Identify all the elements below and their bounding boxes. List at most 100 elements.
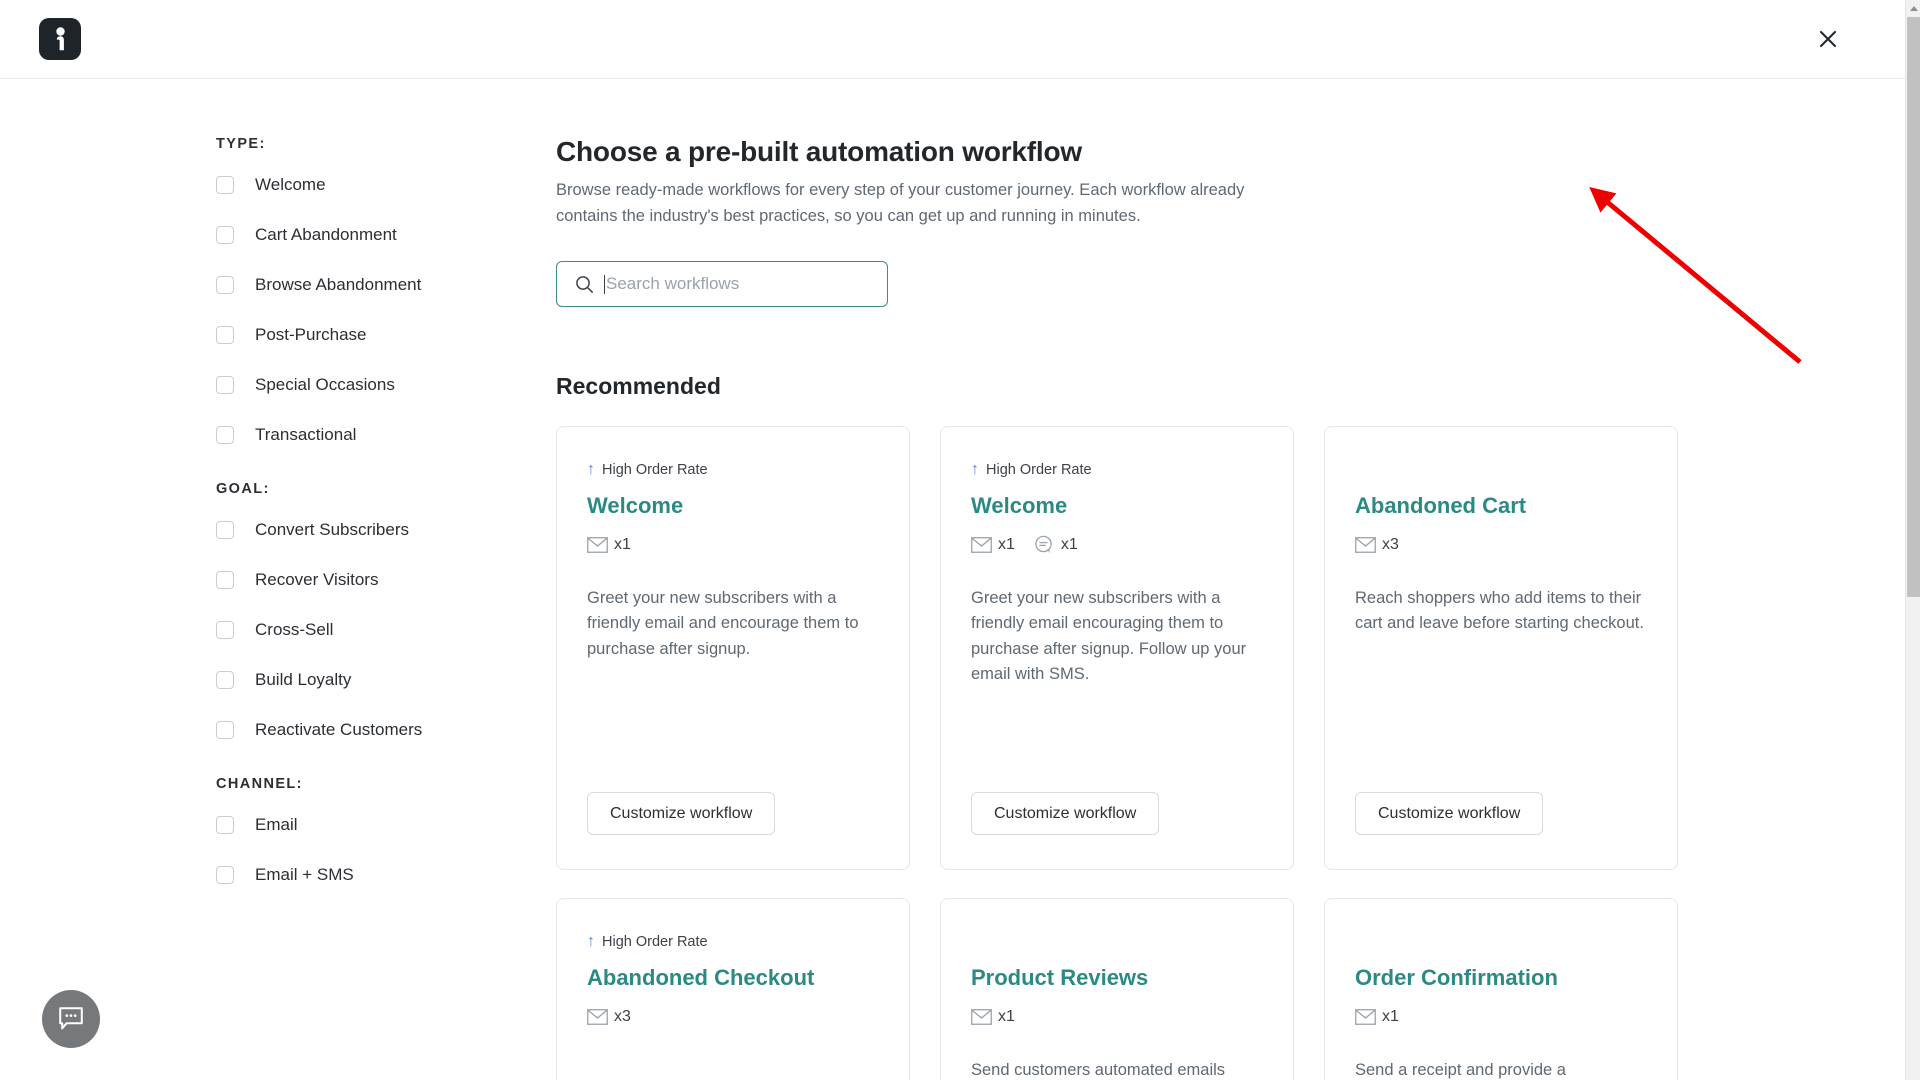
filter-item-cart-abandonment[interactable]: Cart Abandonment: [216, 222, 486, 247]
badge-label: High Order Rate: [602, 462, 708, 479]
filter-item-email-sms[interactable]: Email + SMS: [216, 862, 486, 887]
card-title: Welcome: [587, 493, 684, 519]
filter-group-goal: GOAL: Convert Subscribers Recover Visito…: [216, 481, 486, 742]
checkbox-email-sms[interactable]: [216, 865, 234, 884]
email-icon: [971, 536, 992, 553]
email-icon: [587, 536, 608, 553]
channel-email: x3: [1355, 536, 1399, 554]
up-arrow-icon: ↑: [587, 933, 595, 951]
customize-workflow-button[interactable]: Customize workflow: [971, 792, 1160, 836]
checkbox-email[interactable]: [216, 815, 234, 834]
filter-item-special-occasions[interactable]: Special Occasions: [216, 372, 486, 397]
card-description: Send customers automated emails: [971, 1060, 1226, 1079]
checkbox-special-occasions[interactable]: [216, 375, 234, 394]
checkbox-transactional[interactable]: [216, 425, 234, 444]
card-description: Greet your new subscribers with a friend…: [971, 588, 1247, 684]
checkbox-convert-subscribers[interactable]: [216, 520, 234, 539]
scrollbar-thumb[interactable]: [1907, 17, 1920, 597]
email-icon: [587, 1008, 608, 1025]
checkbox-post-purchase[interactable]: [216, 325, 234, 344]
filter-item-transactional[interactable]: Transactional: [216, 422, 486, 447]
vertical-scrollbar[interactable]: [1905, 0, 1920, 1080]
badge-placeholder: [1355, 933, 1647, 965]
filter-label: Email: [255, 814, 298, 834]
customize-workflow-button[interactable]: Customize workflow: [587, 792, 776, 836]
channel-email: x1: [1355, 1008, 1399, 1026]
channel-count: x1: [998, 1007, 1015, 1025]
channel-row: x1 x1: [971, 534, 1263, 556]
checkbox-welcome[interactable]: [216, 175, 234, 194]
search-icon: [576, 275, 593, 293]
filter-item-post-purchase[interactable]: Post-Purchase: [216, 322, 486, 347]
filter-label: Browse Abandonment: [255, 274, 422, 294]
channel-count: x1: [1382, 1007, 1399, 1025]
email-icon: [1355, 1008, 1376, 1025]
card-description: Greet your new subscribers with a friend…: [587, 588, 859, 658]
channel-email: x1: [971, 536, 1015, 554]
channel-row: x1: [971, 1006, 1263, 1028]
channel-sms: x1: [1033, 535, 1078, 555]
workflow-card[interactable]: Abandoned Cart x3 Reach shoppers who add…: [1324, 426, 1678, 871]
card-title: Welcome: [971, 493, 1068, 519]
filter-group-channel: CHANNEL: Email Email + SMS: [216, 776, 486, 887]
text-caret: [604, 274, 605, 294]
badge-label: High Order Rate: [986, 462, 1092, 479]
filter-item-recover-visitors[interactable]: Recover Visitors: [216, 567, 486, 592]
app-root: TYPE: Welcome Cart Abandonment Browse Ab…: [0, 0, 1920, 1080]
filter-label: Special Occasions: [255, 374, 395, 394]
checkbox-cross-sell[interactable]: [216, 620, 234, 639]
filter-label: Transactional: [255, 424, 357, 444]
search-container: Search workflows: [556, 261, 888, 308]
filter-item-convert-subscribers[interactable]: Convert Subscribers: [216, 517, 486, 542]
omnisend-logo[interactable]: [39, 18, 81, 60]
scroll-up-arrow-icon[interactable]: [1906, 0, 1920, 17]
workflow-card[interactable]: Order Confirmation x1 Send a receipt and…: [1324, 898, 1678, 1080]
card-title: Product Reviews: [971, 965, 1149, 991]
close-icon: [1819, 30, 1837, 48]
checkbox-browse-abandonment[interactable]: [216, 275, 234, 294]
checkbox-build-loyalty[interactable]: [216, 670, 234, 689]
channel-row: x1: [1355, 1006, 1647, 1028]
filter-item-reactivate-customers[interactable]: Reactivate Customers: [216, 717, 486, 742]
sms-icon: [1035, 535, 1052, 553]
close-button[interactable]: [1811, 22, 1845, 56]
card-description: Send a receipt and provide a: [1355, 1060, 1566, 1079]
card-title: Abandoned Checkout: [587, 965, 815, 991]
workflow-card[interactable]: ↑ High Order Rate Abandoned Checkout x3 …: [556, 898, 910, 1080]
filter-label: Welcome: [255, 174, 326, 194]
filter-item-welcome[interactable]: Welcome: [216, 172, 486, 197]
section-title-recommended: Recommended: [556, 373, 721, 400]
filter-item-browse-abandonment[interactable]: Browse Abandonment: [216, 272, 486, 297]
page-subtitle: Browse ready-made workflows for every st…: [556, 181, 1245, 225]
customize-workflow-button[interactable]: Customize workflow: [1355, 792, 1544, 836]
top-bar: [0, 0, 1905, 79]
channel-count: x3: [1382, 535, 1399, 553]
main-content: Choose a pre-built automation workflow B…: [556, 136, 1686, 1080]
channel-count: x1: [1060, 535, 1078, 553]
checkbox-recover-visitors[interactable]: [216, 570, 234, 589]
search-placeholder: Search workflows: [606, 274, 740, 294]
search-input[interactable]: Search workflows: [556, 261, 888, 308]
filters-sidebar: TYPE: Welcome Cart Abandonment Browse Ab…: [216, 136, 486, 912]
high-order-rate-badge: ↑ High Order Rate: [971, 461, 1263, 479]
chat-widget-button[interactable]: [42, 990, 100, 1048]
filter-label: Build Loyalty: [255, 669, 352, 689]
filter-label: Reactivate Customers: [255, 719, 423, 739]
high-order-rate-badge: ↑ High Order Rate: [587, 933, 879, 951]
filter-label: Email + SMS: [255, 864, 354, 884]
channel-email: x3: [587, 1008, 631, 1026]
checkbox-reactivate-customers[interactable]: [216, 720, 234, 739]
workflow-card[interactable]: Product Reviews x1 Send customers automa…: [940, 898, 1294, 1080]
workflow-card[interactable]: ↑ High Order Rate Welcome x1 Greet your …: [556, 426, 910, 871]
workflow-card[interactable]: ↑ High Order Rate Welcome x1 x1 Greet yo…: [940, 426, 1294, 871]
filter-item-cross-sell[interactable]: Cross-Sell: [216, 617, 486, 642]
filter-label: Cross-Sell: [255, 619, 334, 639]
filter-item-email[interactable]: Email: [216, 812, 486, 837]
email-icon: [1355, 536, 1376, 553]
filter-item-build-loyalty[interactable]: Build Loyalty: [216, 667, 486, 692]
high-order-rate-badge: ↑ High Order Rate: [587, 461, 879, 479]
channel-row: x3: [1355, 534, 1647, 556]
chat-bubble-icon: [59, 1007, 83, 1030]
filter-group-title: TYPE:: [216, 136, 266, 152]
checkbox-cart-abandonment[interactable]: [216, 225, 234, 244]
